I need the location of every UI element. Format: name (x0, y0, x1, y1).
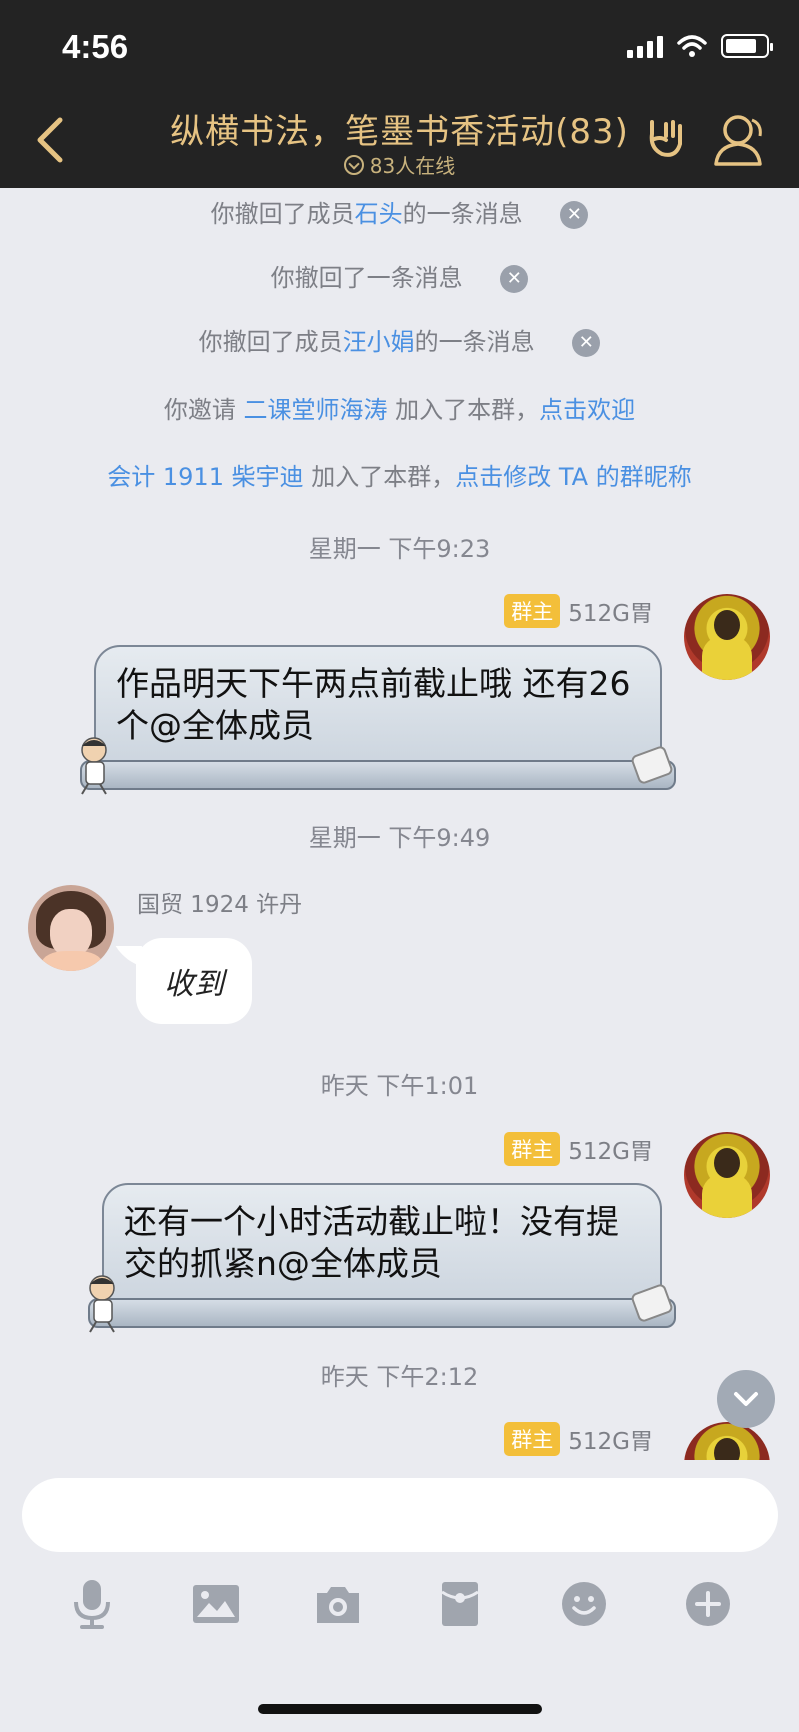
bubble-doll-decoration (81, 737, 107, 795)
system-message: 你撤回了成员石头的一条消息 ✕ (0, 194, 799, 229)
bubble-doll-decoration (89, 1275, 115, 1333)
message-input[interactable] (22, 1478, 778, 1552)
message-bubble[interactable]: 收到 (136, 938, 252, 1024)
wifi-icon (677, 35, 707, 57)
red-packet-icon[interactable] (434, 1578, 486, 1630)
sender-name: 512G胃 (568, 601, 653, 627)
timestamp: 星期一 下午9:49 (308, 824, 491, 852)
mic-icon[interactable] (66, 1578, 118, 1630)
scroll-down-button[interactable] (717, 1370, 775, 1428)
group-members-icon[interactable] (708, 108, 770, 170)
signal-icon (627, 34, 663, 58)
chevron-down-icon (343, 154, 364, 175)
member-link[interactable]: 石头 (355, 200, 403, 228)
camera-icon[interactable] (312, 1578, 364, 1630)
timestamp: 星期一 下午9:23 (308, 535, 491, 563)
avatar[interactable] (28, 885, 114, 971)
close-icon[interactable]: ✕ (572, 329, 601, 357)
owner-badge: 群主 (504, 1422, 561, 1456)
status-icons (627, 34, 773, 58)
avatar[interactable] (684, 1422, 770, 1460)
member-link[interactable]: 会计 1911 柴宇迪 (107, 463, 303, 491)
avatar-clip (684, 1422, 770, 1460)
status-time: 4:56 (62, 28, 129, 65)
battery-icon (721, 34, 773, 58)
message-text: 作品明天下午两点前截止哦 还有26个@全体成员 (116, 664, 631, 745)
timestamp: 昨天 下午1:01 (320, 1072, 479, 1100)
close-icon[interactable]: ✕ (500, 265, 529, 293)
chevron-down-icon (734, 1392, 758, 1406)
message-bubble[interactable]: 作品明天下午两点前截止哦 还有26个@全体成员 (80, 645, 676, 795)
home-indicator[interactable] (258, 1704, 542, 1714)
owner-badge: 群主 (504, 594, 561, 628)
system-message: 会计 1911 柴宇迪 加入了本群，点击修改 TA 的群昵称 (107, 463, 692, 491)
sender-name: 512G胃 (568, 1429, 653, 1455)
online-count-text: 83人在线 (369, 154, 456, 178)
emoji-icon[interactable] (558, 1578, 610, 1630)
sender-row: 群主 512G胃 (504, 594, 653, 628)
image-icon[interactable] (190, 1578, 242, 1630)
avatar[interactable] (684, 594, 770, 680)
edit-nickname-link[interactable]: 点击修改 TA 的群昵称 (455, 463, 691, 491)
avatar[interactable] (684, 1132, 770, 1218)
timestamp: 昨天 下午2:12 (320, 1363, 479, 1391)
member-link[interactable]: 汪小娟 (343, 328, 415, 356)
owner-badge: 群主 (504, 1132, 561, 1166)
sender-name: 国贸 1924 许丹 (137, 892, 303, 918)
system-message: 你邀请 二课堂师海涛 加入了本群，点击欢迎 (163, 396, 636, 424)
sender-row: 群主 512G胃 (504, 1132, 653, 1166)
top-bar: 4:56 纵横书法，笔墨书香活动(83) 83人在线 (0, 0, 799, 188)
message-text: 还有一个小时活动截止啦！没有提交的抓紧n@全体成员 (124, 1202, 619, 1283)
message-text: 收到 (164, 967, 224, 1002)
system-message: 你撤回了一条消息 ✕ (0, 258, 799, 293)
message-bubble[interactable]: 还有一个小时活动截止啦！没有提交的抓紧n@全体成员 (88, 1183, 676, 1333)
close-icon[interactable]: ✕ (560, 201, 589, 229)
plus-icon[interactable] (682, 1578, 734, 1630)
member-link[interactable]: 二课堂师海涛 (244, 396, 388, 424)
sender-name: 512G胃 (568, 1139, 653, 1165)
sender-row: 群主 512G胃 (504, 1422, 653, 1456)
hand-icon[interactable] (642, 114, 688, 162)
welcome-link[interactable]: 点击欢迎 (539, 396, 635, 424)
input-area (0, 1460, 799, 1732)
system-message: 你撤回了成员汪小娟的一条消息 ✕ (0, 322, 799, 357)
